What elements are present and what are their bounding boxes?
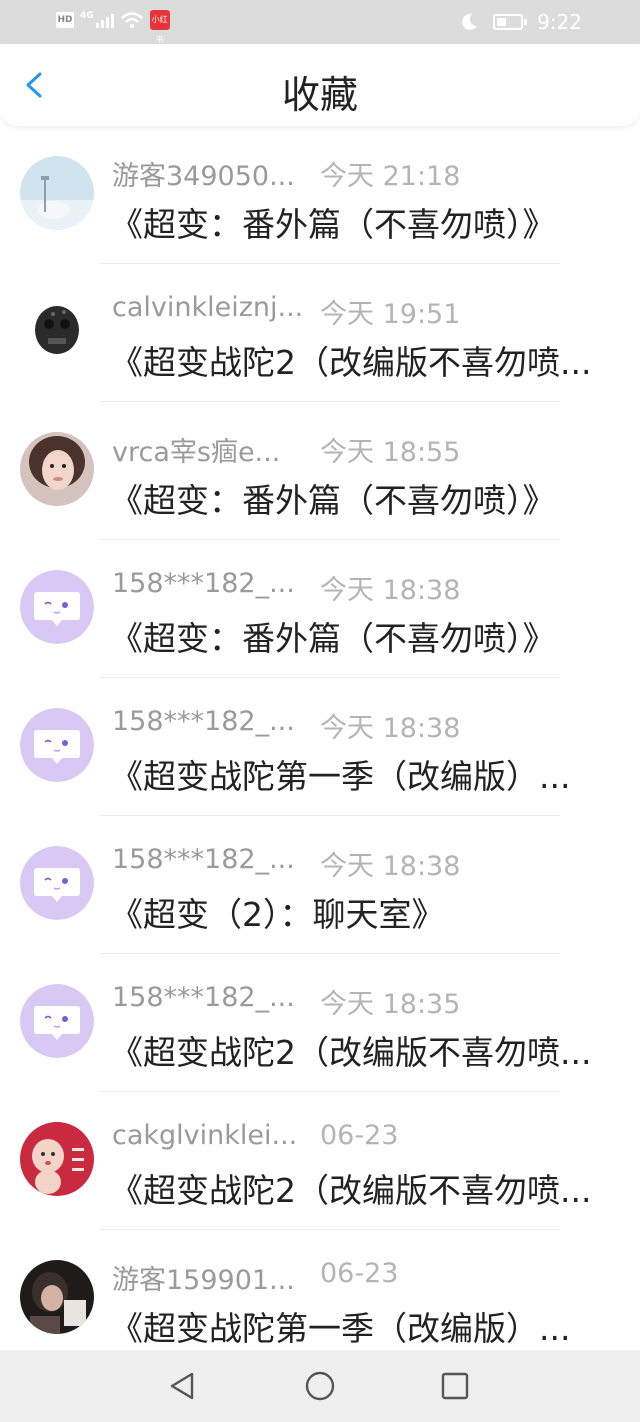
app-notification-icon: 小红书 (149, 10, 170, 44)
app-header: 收藏 (0, 44, 640, 126)
item-time: 今天 18:38 (320, 851, 461, 882)
item-title: 《超变战陀第一季（改编版）... (110, 1309, 571, 1348)
list-item[interactable]: 158***182_... 今天 18:38 《超变（2）：聊天室》 (0, 816, 640, 954)
avatar[interactable] (20, 846, 94, 920)
item-title: 《超变（2）：聊天室》 (110, 895, 445, 934)
battery-icon (493, 14, 528, 30)
item-title: 《超变战陀2（改编版不喜勿喷... (110, 343, 592, 382)
list-item[interactable]: 158***182_... 今天 18:35 《超变战陀2（改编版不喜勿喷... (0, 954, 640, 1092)
item-title: 《超变战陀第一季（改编版）... (110, 757, 571, 796)
item-time: 今天 18:35 (320, 989, 461, 1020)
status-right: 9:22 (459, 10, 582, 34)
item-author: 158***182_... (112, 844, 295, 875)
item-title: 《超变战陀2（改编版不喜勿喷... (110, 1171, 592, 1210)
list-item[interactable]: cakglvinklei... 06-23 《超变战陀2（改编版不喜勿喷... (0, 1092, 640, 1230)
network-type: 4G (80, 11, 94, 21)
nav-home-icon[interactable] (302, 1368, 338, 1404)
page-title: 收藏 (281, 73, 358, 117)
item-author: calvinkleiznj... (112, 292, 304, 323)
item-title: 《超变：番外篇（不喜勿喷）》 (110, 205, 556, 244)
favorites-list: 游客349050... 今天 21:18 《超变：番外篇（不喜勿喷）》 calv… (0, 126, 640, 1368)
nav-recents-icon[interactable] (437, 1368, 473, 1404)
avatar[interactable] (20, 570, 94, 644)
item-author: 游客349050... (112, 161, 295, 192)
system-navigation-bar (0, 1350, 640, 1422)
item-title: 《超变：番外篇（不喜勿喷）》 (110, 481, 556, 520)
item-title: 《超变：番外篇（不喜勿喷）》 (110, 619, 556, 658)
moon-icon (462, 13, 478, 30)
signal-icon (95, 12, 114, 28)
item-time: 今天 18:55 (320, 437, 461, 468)
list-item[interactable]: 158***182_... 今天 18:38 《超变：番外篇（不喜勿喷）》 (0, 540, 640, 678)
list-item[interactable]: calvinkleiznj... 今天 19:51 《超变战陀2（改编版不喜勿喷… (0, 264, 640, 402)
item-author: 158***182_... (112, 568, 295, 599)
item-title: 《超变战陀2（改编版不喜勿喷... (110, 1033, 592, 1072)
hd-icon: HD (56, 12, 74, 28)
item-time: 今天 18:38 (320, 575, 461, 606)
status-bar: HD 4G 小红书 9:22 (0, 0, 640, 44)
item-time: 06-23 (320, 1120, 399, 1151)
item-time: 今天 18:38 (320, 713, 461, 744)
item-time: 06-23 (320, 1258, 399, 1289)
nav-back-icon[interactable] (164, 1368, 200, 1404)
avatar[interactable] (20, 1260, 94, 1334)
item-author: cakglvinklei... (112, 1120, 298, 1151)
avatar[interactable] (20, 708, 94, 782)
item-time: 今天 19:51 (320, 299, 461, 330)
list-item[interactable]: 游客159901... 06-23 《超变战陀第一季（改编版）... (0, 1230, 640, 1368)
avatar[interactable] (20, 432, 94, 506)
avatar[interactable] (20, 984, 94, 1058)
item-author: 158***182_... (112, 982, 295, 1013)
item-author: 158***182_... (112, 706, 295, 737)
item-author: 游客159901... (112, 1265, 295, 1296)
status-left: HD 4G 小红书 (56, 10, 170, 44)
wifi-icon (120, 12, 143, 29)
item-time: 今天 21:18 (320, 161, 461, 192)
avatar[interactable] (20, 156, 94, 230)
list-item[interactable]: 游客349050... 今天 21:18 《超变：番外篇（不喜勿喷）》 (0, 126, 640, 264)
list-item[interactable]: vrca宰s痼e... 今天 18:55 《超变：番外篇（不喜勿喷）》 (0, 402, 640, 540)
avatar[interactable] (20, 1122, 94, 1196)
list-item[interactable]: 158***182_... 今天 18:38 《超变战陀第一季（改编版）... (0, 678, 640, 816)
avatar[interactable] (20, 294, 94, 368)
item-author: vrca宰s痼e... (112, 437, 281, 468)
clock: 9:22 (537, 10, 582, 34)
